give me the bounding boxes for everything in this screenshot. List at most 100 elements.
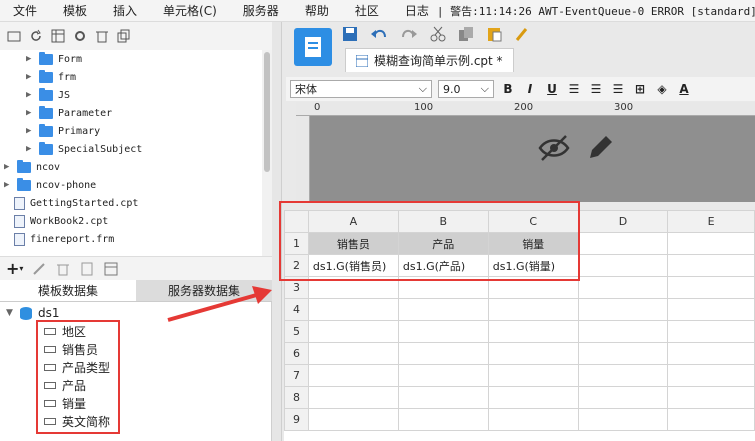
menu-log[interactable]: 日志	[392, 0, 431, 21]
hide-eye-icon[interactable]	[538, 134, 570, 165]
font-size-select[interactable]: 9.0 ⌵	[438, 80, 494, 98]
expand-arrow-icon[interactable]: ▶	[26, 126, 34, 136]
tree-file[interactable]: WorkBook2.cpt	[14, 212, 108, 230]
column-header[interactable]: D	[577, 210, 669, 233]
cell[interactable]	[577, 320, 669, 343]
cell[interactable]	[487, 364, 579, 387]
cell[interactable]	[577, 276, 669, 299]
cell[interactable]	[307, 408, 399, 431]
align-right-icon[interactable]: ☰	[610, 82, 626, 96]
expand-arrow-icon[interactable]: ▶	[26, 54, 34, 64]
cell[interactable]	[667, 386, 755, 409]
tab-template-dataset[interactable]: 模板数据集	[0, 280, 136, 301]
cell[interactable]	[397, 364, 489, 387]
dataset-root[interactable]: ▼ ds1	[6, 306, 60, 320]
column-header[interactable]: E	[667, 210, 755, 233]
delete-icon[interactable]	[55, 261, 71, 277]
cell[interactable]	[667, 276, 755, 299]
redo-icon[interactable]	[400, 26, 418, 45]
cell[interactable]	[667, 232, 755, 255]
border-icon[interactable]: ⊞	[632, 82, 648, 96]
template-icon[interactable]	[294, 28, 332, 66]
tree-file[interactable]: finereport.frm	[14, 230, 114, 248]
align-center-icon[interactable]: ☰	[588, 82, 604, 96]
row-header[interactable]: 5	[284, 320, 309, 343]
server-dataset-icon[interactable]	[103, 261, 119, 277]
row-header[interactable]: 4	[284, 298, 309, 321]
cell[interactable]	[487, 342, 579, 365]
menu-cell[interactable]: 单元格(C)	[150, 0, 230, 21]
cell[interactable]	[667, 408, 755, 431]
grid-icon[interactable]	[50, 28, 66, 44]
edit-icon[interactable]	[31, 261, 47, 277]
cell[interactable]	[577, 232, 669, 255]
settings-icon[interactable]	[72, 28, 88, 44]
underline-button[interactable]: U	[544, 82, 560, 96]
tree-folder[interactable]: ▶ ncov	[4, 158, 60, 176]
dropdown-arrow-icon[interactable]: ▾	[19, 264, 23, 273]
tree-folder[interactable]: ▶ SpecialSubject	[26, 140, 142, 158]
row-header[interactable]: 6	[284, 342, 309, 365]
tree-file[interactable]: GettingStarted.cpt	[14, 194, 138, 212]
cell[interactable]	[307, 364, 399, 387]
cell[interactable]	[487, 386, 579, 409]
expand-arrow-icon[interactable]: ▶	[26, 108, 34, 118]
tree-folder[interactable]: ▶ Form	[26, 50, 82, 68]
cell[interactable]	[577, 364, 669, 387]
tree-scrollbar-thumb[interactable]	[264, 52, 270, 172]
row-header[interactable]: 8	[284, 386, 309, 409]
cell[interactable]	[667, 254, 755, 277]
edit-pencil-icon[interactable]	[586, 132, 616, 165]
cell[interactable]	[667, 364, 755, 387]
menu-community[interactable]: 社区	[342, 0, 392, 21]
delete-icon[interactable]	[94, 28, 110, 44]
save-icon[interactable]	[342, 26, 358, 45]
cell[interactable]	[307, 298, 399, 321]
font-color-icon[interactable]: A	[676, 82, 692, 96]
row-header[interactable]: 9	[284, 408, 309, 431]
document-tab[interactable]: 模糊查询简单示例.cpt *	[345, 48, 514, 72]
tree-folder[interactable]: ▶ JS	[26, 86, 70, 104]
cell[interactable]	[487, 298, 579, 321]
cell[interactable]	[307, 320, 399, 343]
copy-icon[interactable]	[458, 26, 474, 45]
paste-icon[interactable]	[486, 26, 502, 45]
cell[interactable]	[307, 342, 399, 365]
preview-icon[interactable]	[79, 261, 95, 277]
cut-icon[interactable]	[430, 26, 446, 45]
format-painter-icon[interactable]	[514, 26, 530, 45]
cell[interactable]	[577, 298, 669, 321]
cell[interactable]	[487, 408, 579, 431]
expand-arrow-icon[interactable]: ▶	[26, 90, 34, 100]
bold-button[interactable]: B	[500, 82, 516, 96]
italic-button[interactable]: I	[522, 82, 538, 96]
tree-folder[interactable]: ▶ ncov-phone	[4, 176, 96, 194]
collapse-arrow-icon[interactable]: ▼	[6, 308, 14, 318]
tree-folder[interactable]: ▶ Primary	[26, 122, 100, 140]
refresh-icon[interactable]	[28, 28, 44, 44]
expand-arrow-icon[interactable]: ▶	[4, 180, 12, 190]
undo-icon[interactable]	[370, 26, 388, 45]
cell[interactable]	[577, 386, 669, 409]
cell[interactable]	[397, 386, 489, 409]
cell[interactable]	[397, 408, 489, 431]
fill-color-icon[interactable]: ◈	[654, 82, 670, 96]
cell[interactable]	[577, 254, 669, 277]
menu-template[interactable]: 模板	[50, 0, 100, 21]
font-family-select[interactable]: 宋体 ⌵	[290, 80, 432, 98]
cell[interactable]	[307, 386, 399, 409]
expand-arrow-icon[interactable]: ▶	[26, 144, 34, 154]
cell[interactable]	[667, 320, 755, 343]
menu-file[interactable]: 文件	[0, 0, 50, 21]
new-folder-icon[interactable]	[6, 28, 22, 44]
tree-folder[interactable]: ▶ Parameter	[26, 104, 112, 122]
row-header[interactable]: 7	[284, 364, 309, 387]
cell[interactable]	[577, 342, 669, 365]
menu-insert[interactable]: 插入	[100, 0, 150, 21]
cell[interactable]	[397, 298, 489, 321]
cell[interactable]	[667, 298, 755, 321]
add-dataset-icon[interactable]: +	[6, 259, 19, 278]
expand-arrow-icon[interactable]: ▶	[26, 72, 34, 82]
copy-icon[interactable]	[116, 28, 132, 44]
expand-arrow-icon[interactable]: ▶	[4, 162, 12, 172]
